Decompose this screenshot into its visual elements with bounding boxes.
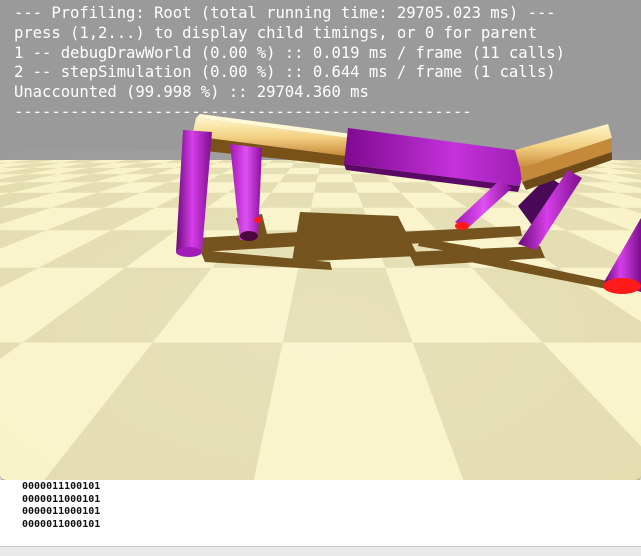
profiler-separator: ----------------------------------------… [14, 103, 565, 123]
profiler-line: Unaccounted (99.998 %) :: 29704.360 ms [14, 83, 565, 103]
profiler-line: press (1,2...) to display child timings,… [14, 24, 565, 44]
profiler-line: --- Profiling: Root (total running time:… [14, 4, 565, 24]
console-line: 0000011100101 [22, 481, 100, 494]
profiler-line: 2 -- stepSimulation (0.00 %) :: 0.644 ms… [14, 63, 565, 83]
profiler-line: 1 -- debugDrawWorld (0.00 %) :: 0.019 ms… [14, 44, 565, 64]
console-output: 0000011100101 0000011000101 000001100010… [22, 481, 100, 531]
simulation-window[interactable]: --- Profiling: Root (total running time:… [0, 0, 641, 481]
console-line: 0000011000101 [22, 494, 100, 507]
profiler-overlay: --- Profiling: Root (total running time:… [14, 4, 565, 123]
console-line: 0000011000101 [22, 519, 100, 532]
console-line: 0000011000101 [22, 506, 100, 519]
console-window[interactable]: 0000011100101 0000011000101 000001100010… [0, 480, 641, 555]
